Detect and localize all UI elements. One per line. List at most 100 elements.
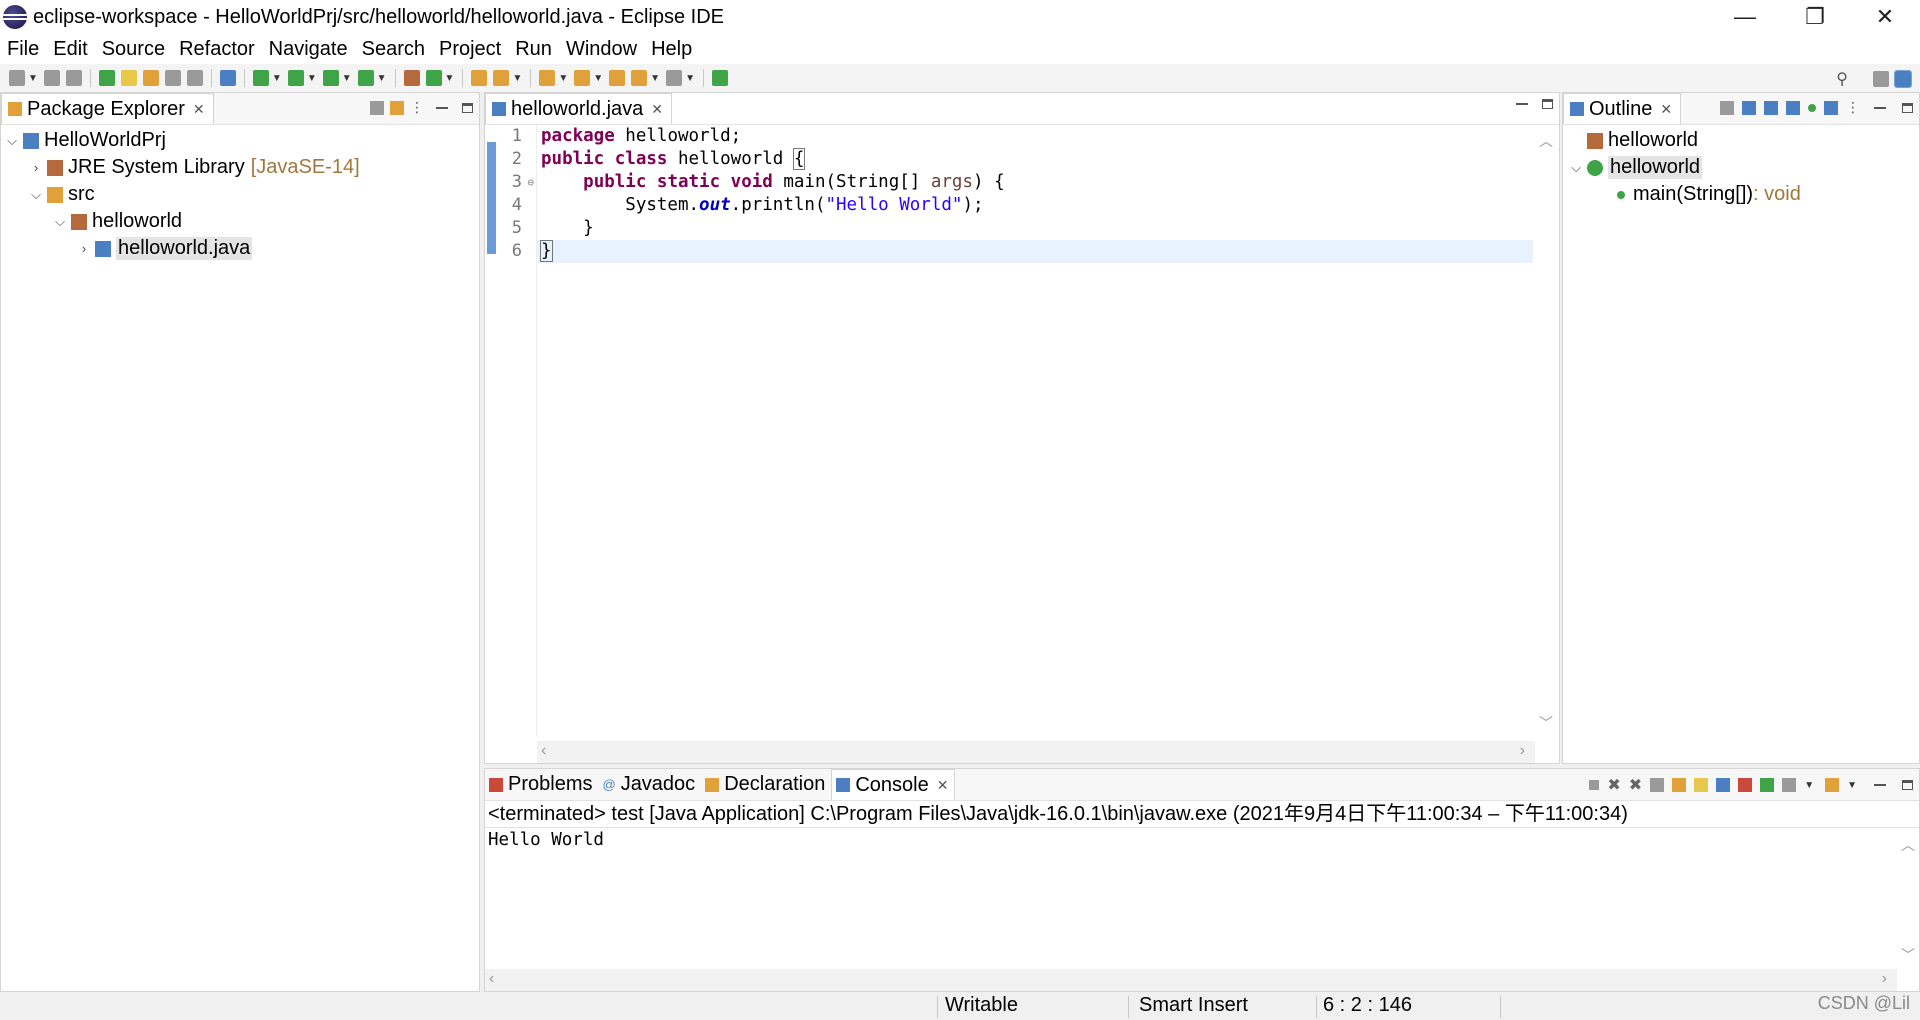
code-editor[interactable]: 1 2 3 ⊖ 4 5 6 package helloworld; public … (485, 125, 1557, 737)
back-dropdown-icon[interactable]: ▼ (650, 73, 660, 84)
tab-helloworld-java[interactable]: helloworld.java ✕ (485, 93, 673, 124)
menu-run[interactable]: Run (508, 38, 559, 61)
tab-problems[interactable]: Problems (485, 769, 598, 800)
open-console-icon[interactable] (1825, 778, 1840, 792)
tab-javadoc[interactable]: @ Javadoc (598, 769, 701, 800)
hide-static-icon[interactable] (1786, 100, 1800, 115)
restore-button[interactable]: ❐ (1780, 0, 1850, 34)
fold-collapse-icon[interactable]: ⊖ (527, 171, 534, 194)
menu-navigate[interactable]: Navigate (262, 38, 355, 61)
menu-search[interactable]: Search (355, 38, 432, 61)
search-icon[interactable]: ⚲ (1836, 69, 1848, 89)
scroll-down-icon[interactable]: ﹀ (1539, 713, 1553, 733)
tab-package-explorer[interactable]: Package Explorer ✕ (1, 93, 214, 124)
close-icon[interactable]: ✕ (651, 101, 663, 118)
chevron-right-icon[interactable]: › (77, 241, 91, 256)
console-output[interactable]: Hello World (485, 829, 1897, 969)
coverage-dropdown-icon[interactable]: ▼ (342, 73, 352, 84)
scroll-left-icon[interactable]: ‹ (541, 742, 546, 760)
external-tools-icon[interactable] (357, 70, 374, 86)
close-window-button[interactable]: ✕ (1850, 0, 1920, 34)
cursor-position-status[interactable]: 6 : 2 : 146 (1323, 994, 1412, 1017)
terminate-icon[interactable] (1589, 780, 1600, 790)
forward-dropdown-icon[interactable]: ▼ (685, 73, 695, 84)
mark-occurrences-icon[interactable] (120, 70, 137, 86)
show-whitespace-icon[interactable] (164, 70, 181, 86)
tree-item-java-file[interactable]: › helloworld.java (1, 235, 479, 262)
search-dropdown-icon[interactable]: ▼ (512, 73, 522, 84)
run-dropdown-icon[interactable]: ▼ (307, 73, 317, 84)
external-tools-dropdown-icon[interactable]: ▼ (377, 73, 387, 84)
previous-annotation-icon[interactable] (574, 70, 591, 86)
forward-icon[interactable] (666, 70, 683, 86)
chevron-down-icon[interactable]: ⌵ (29, 187, 43, 203)
show-on-stdout-icon[interactable] (1716, 778, 1731, 792)
chevron-right-icon[interactable]: › (29, 160, 43, 175)
previous-annotation-dropdown-icon[interactable]: ▼ (593, 73, 603, 84)
menu-file[interactable]: File (0, 38, 46, 61)
debug-icon[interactable] (252, 70, 269, 86)
new-dropdown-icon[interactable]: ▼ (28, 73, 38, 84)
tab-console[interactable]: Console ✕ (831, 769, 956, 800)
remove-launch-icon[interactable]: ✖ (1607, 775, 1620, 795)
pin-console-icon[interactable] (1760, 778, 1775, 792)
open-task-icon[interactable] (471, 70, 488, 86)
chevron-down-icon[interactable]: ⌵ (53, 214, 67, 230)
maximize-view-button[interactable] (1542, 99, 1553, 109)
java-perspective-icon[interactable] (1894, 70, 1912, 88)
block-selection-icon[interactable] (142, 70, 159, 86)
outline-item-package[interactable]: helloworld (1563, 127, 1919, 154)
maximize-view-button[interactable] (1902, 102, 1913, 113)
minimize-button[interactable]: — (1710, 0, 1780, 34)
run-icon[interactable] (287, 70, 304, 86)
new-class-dropdown-icon[interactable]: ▼ (445, 73, 455, 84)
view-menu-icon[interactable]: ⋮ (1846, 99, 1860, 116)
new-java-class-icon[interactable] (425, 70, 442, 86)
tab-outline[interactable]: Outline ✕ (1563, 93, 1682, 124)
chevron-down-icon[interactable]: ⌵ (5, 133, 19, 149)
coverage-icon[interactable] (322, 70, 339, 86)
hide-local-types-icon[interactable] (1824, 100, 1838, 115)
next-annotation-icon[interactable] (539, 70, 556, 86)
remove-all-terminated-icon[interactable]: ✖ (1629, 775, 1642, 795)
close-icon[interactable]: ✕ (1660, 101, 1672, 118)
pilcrow-icon[interactable] (186, 70, 203, 86)
open-type-icon[interactable] (98, 70, 115, 86)
back-icon[interactable] (631, 70, 648, 86)
hide-non-public-icon[interactable] (1808, 103, 1816, 112)
maximize-view-button[interactable] (462, 102, 473, 113)
new-icon[interactable] (9, 70, 25, 86)
close-icon[interactable]: ✕ (193, 101, 205, 118)
outline-item-method[interactable]: main(String[]) : void (1563, 181, 1919, 208)
scroll-lock-icon[interactable] (1672, 778, 1687, 792)
menu-source[interactable]: Source (95, 38, 172, 61)
scroll-up-icon[interactable]: ︿ (1539, 131, 1553, 151)
menu-refactor[interactable]: Refactor (172, 38, 262, 61)
last-edit-location-icon[interactable] (609, 70, 626, 86)
minimize-view-button[interactable] (1874, 106, 1886, 109)
tree-item-jre-library[interactable]: › JRE System Library [JavaSE-14] (1, 154, 479, 181)
insert-mode-status[interactable]: Smart Insert (1139, 994, 1248, 1017)
minimize-view-button[interactable] (436, 106, 448, 109)
scroll-right-icon[interactable]: › (1520, 742, 1525, 760)
outline-item-class[interactable]: ⌵ helloworld (1563, 154, 1919, 181)
next-annotation-dropdown-icon[interactable]: ▼ (558, 73, 568, 84)
menu-help[interactable]: Help (644, 38, 699, 61)
tree-item-src[interactable]: ⌵ src (1, 181, 479, 208)
display-console-dropdown-icon[interactable]: ▼ (1804, 780, 1814, 791)
scroll-down-icon[interactable]: ﹀ (1901, 945, 1915, 965)
minimize-view-button[interactable] (1516, 103, 1528, 105)
word-wrap-icon[interactable] (1694, 778, 1709, 792)
scroll-up-icon[interactable]: ︿ (1901, 835, 1915, 855)
minimize-view-button[interactable] (1874, 784, 1886, 786)
chevron-down-icon[interactable]: ⌵ (1569, 160, 1583, 176)
menu-window[interactable]: Window (559, 38, 644, 61)
link-with-editor-icon[interactable] (390, 100, 404, 115)
horizontal-scrollbar[interactable]: ‹ › (485, 969, 1897, 991)
scroll-right-icon[interactable]: › (1882, 970, 1887, 988)
menu-edit[interactable]: Edit (46, 38, 94, 61)
debug-dropdown-icon[interactable]: ▼ (272, 73, 282, 84)
open-perspective-icon[interactable] (1873, 71, 1889, 87)
vertical-scrollbar[interactable]: ︿ ﹀ (1535, 125, 1557, 737)
pin-editor-icon[interactable] (711, 70, 728, 86)
